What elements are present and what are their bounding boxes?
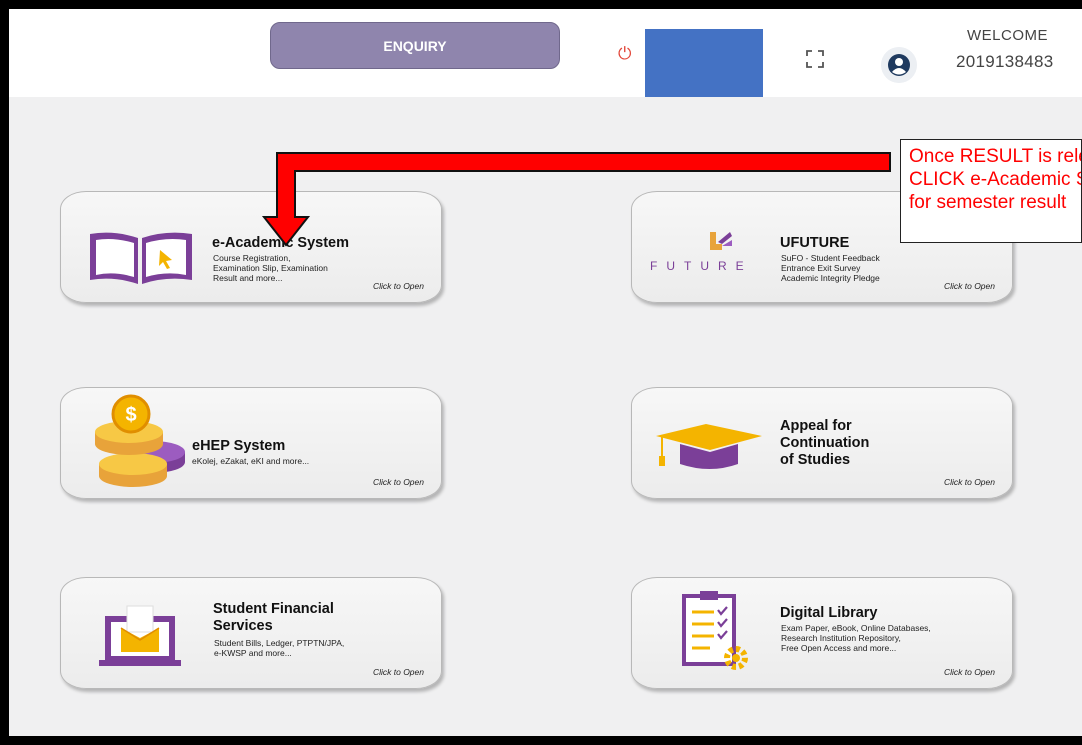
card-student-financial[interactable]: Student Financial Services Student Bills…	[60, 577, 442, 689]
click-to-open-label: Click to Open	[372, 281, 424, 291]
user-avatar-icon[interactable]	[881, 47, 917, 83]
open-book-cursor-icon	[90, 232, 192, 284]
card-title: Appeal for Continuation of Studies	[780, 418, 870, 468]
coins-stack-icon: $	[95, 394, 185, 487]
card-title: Digital Library	[780, 605, 878, 621]
card-title: UFUTURE	[780, 235, 850, 251]
svg-text:$: $	[125, 404, 136, 426]
annotation-line: for semester result	[909, 192, 1067, 213]
annotation-line: CLICK e-Academic System	[909, 169, 1081, 190]
logo-text: FUTURE	[650, 259, 753, 273]
click-to-open-label: Click to Open	[372, 667, 424, 677]
user-id: 2019138483	[956, 52, 1054, 71]
click-to-open-label: Click to Open	[943, 667, 995, 677]
card-title: Student Financial Services	[213, 601, 334, 634]
laptop-envelope-icon	[99, 605, 181, 666]
card-e-academic[interactable]: e-Academic System Course Registration, E…	[60, 191, 442, 303]
portal-screen: ENQUIRY ⏻ WELCOME 2019138483 e-Academic …	[9, 9, 1082, 736]
welcome-text: WELCOME	[967, 27, 1049, 44]
redacted-box	[645, 29, 763, 97]
card-description: eKolej, eZakat, eKI and more...	[192, 456, 310, 466]
annotation-callout: Once RESULT is released, CLICK e-Academi…	[900, 139, 1082, 243]
card-description: Course Registration, Examination Slip, E…	[213, 253, 328, 283]
power-icon[interactable]: ⏻	[618, 45, 631, 62]
click-to-open-label: Click to Open	[943, 281, 995, 291]
click-to-open-label: Click to Open	[372, 477, 424, 487]
enquiry-button[interactable]: ENQUIRY	[270, 22, 560, 69]
click-to-open-label: Click to Open	[943, 477, 995, 487]
card-ehep[interactable]: $ eHEP System eKolej, eZakat, eKI and mo…	[60, 387, 442, 499]
annotation-line: Once RESULT is released,	[909, 146, 1081, 167]
card-appeal[interactable]: Appeal for Continuation of Studies Click…	[631, 387, 1013, 499]
card-title: e-Academic System	[212, 235, 350, 251]
top-bar: ENQUIRY ⏻ WELCOME 2019138483	[9, 9, 1082, 97]
fullscreen-icon[interactable]	[806, 50, 824, 68]
card-digital-library[interactable]: Digital Library Exam Paper, eBook, Onlin…	[631, 577, 1013, 689]
graduation-cap-icon	[656, 424, 762, 469]
card-title: eHEP System	[192, 438, 286, 454]
card-description: Exam Paper, eBook, Online Databases, Res…	[781, 623, 931, 653]
ufuture-logo-icon	[710, 232, 732, 250]
card-description: SuFO - Student Feedback Entrance Exit Su…	[781, 253, 880, 283]
checklist-gear-icon	[682, 591, 748, 670]
card-description: Student Bills, Ledger, PTPTN/JPA, e-KWSP…	[214, 638, 345, 658]
